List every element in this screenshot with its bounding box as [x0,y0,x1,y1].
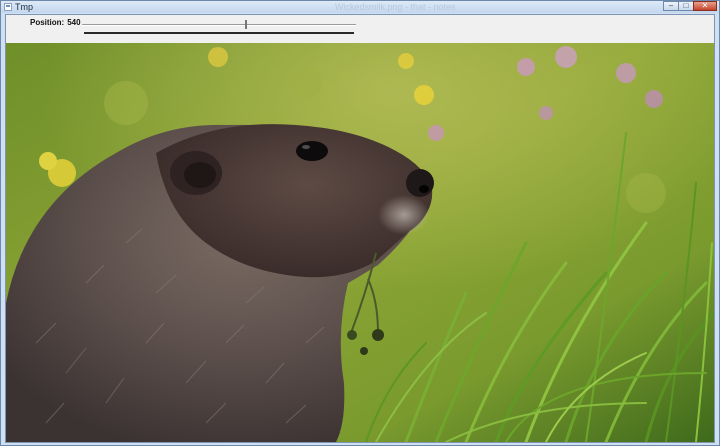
window-title: Tmp [15,2,33,12]
position-label: Position: 540 [30,18,81,27]
close-button[interactable]: ✕ [693,1,717,11]
position-value: 540 [67,18,81,27]
slider-track[interactable] [82,24,356,26]
position-slider[interactable] [82,20,356,29]
minimize-icon: ‒ [668,1,674,10]
video-frame [6,43,714,442]
close-icon: ✕ [701,1,709,10]
window-controls: ‒ □ ✕ [663,1,717,12]
slider-baseline [84,32,354,34]
window-icon[interactable] [4,3,12,11]
minimize-button[interactable]: ‒ [663,1,679,11]
client-area: Position: 540 [5,14,715,443]
maximize-icon: □ [683,1,689,10]
trackbar-panel: Position: 540 [6,15,714,43]
app-window: Tmp Wickedsmilk.png - that - notes ‒ □ ✕… [0,0,720,446]
maximize-button[interactable]: □ [678,1,694,11]
position-label-text: Position: [30,18,65,27]
background-window-title: Wickedsmilk.png - that - notes [335,2,456,12]
title-bar[interactable]: Tmp Wickedsmilk.png - that - notes ‒ □ ✕ [1,1,719,13]
slider-thumb[interactable] [245,20,248,29]
marmot-image [6,43,714,442]
